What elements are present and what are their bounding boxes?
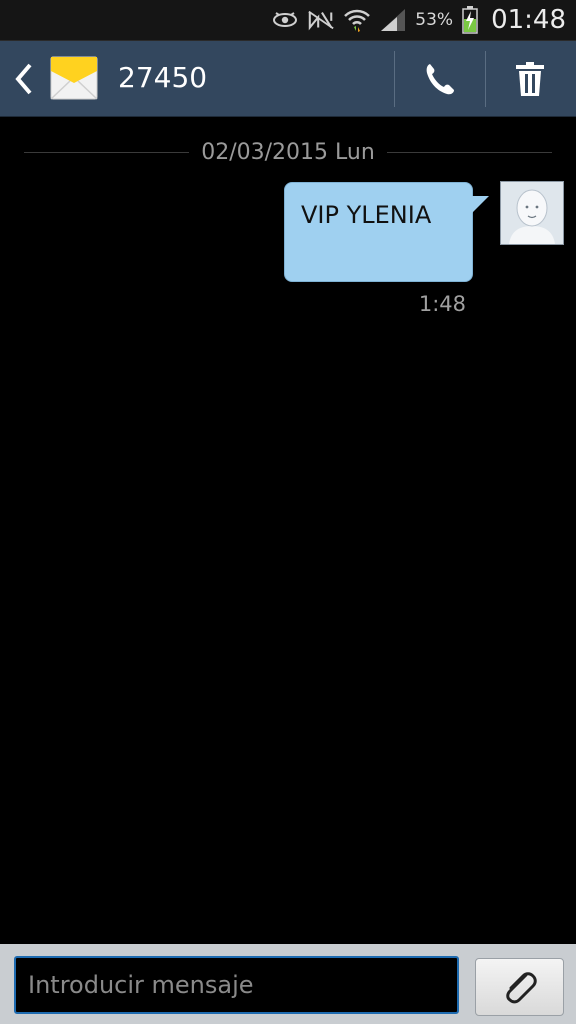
phone-icon	[426, 64, 454, 95]
compose-bar	[0, 944, 576, 1024]
battery-percent: 53%	[415, 10, 454, 30]
message-input[interactable]	[14, 956, 459, 1014]
action-bar: 27450	[0, 41, 576, 117]
nfc-muted-icon	[307, 6, 335, 34]
bubble-tail	[469, 196, 489, 216]
message-time: 1:48	[418, 292, 466, 316]
date-separator: 02/03/2015 Lun	[24, 140, 552, 166]
attach-button[interactable]	[475, 958, 564, 1016]
paperclip-icon	[505, 972, 537, 1004]
eye-icon	[271, 6, 299, 34]
battery-charging-icon	[461, 6, 479, 34]
status-icons: 53% 01:48	[271, 0, 566, 40]
back-button[interactable]	[10, 61, 40, 97]
trash-icon	[516, 62, 544, 96]
action-divider	[394, 51, 395, 107]
delete-button[interactable]	[502, 57, 558, 101]
conversation-title: 27450	[118, 61, 208, 94]
contact-avatar-icon[interactable]	[500, 181, 564, 245]
call-button[interactable]	[412, 57, 468, 101]
message-bubble[interactable]: VIP YLENIA	[284, 182, 473, 282]
date-label: 02/03/2015 Lun	[189, 140, 387, 165]
action-divider	[485, 51, 486, 107]
envelope-icon[interactable]	[50, 53, 98, 103]
signal-icon	[379, 6, 407, 34]
date-label-wrapper: 02/03/2015 Lun	[24, 140, 552, 165]
wifi-icon	[343, 6, 371, 34]
clock: 01:48	[491, 5, 566, 35]
chevron-left-icon	[15, 63, 32, 95]
status-bar: 53% 01:48	[0, 0, 576, 41]
message-text: VIP YLENIA	[301, 201, 432, 229]
